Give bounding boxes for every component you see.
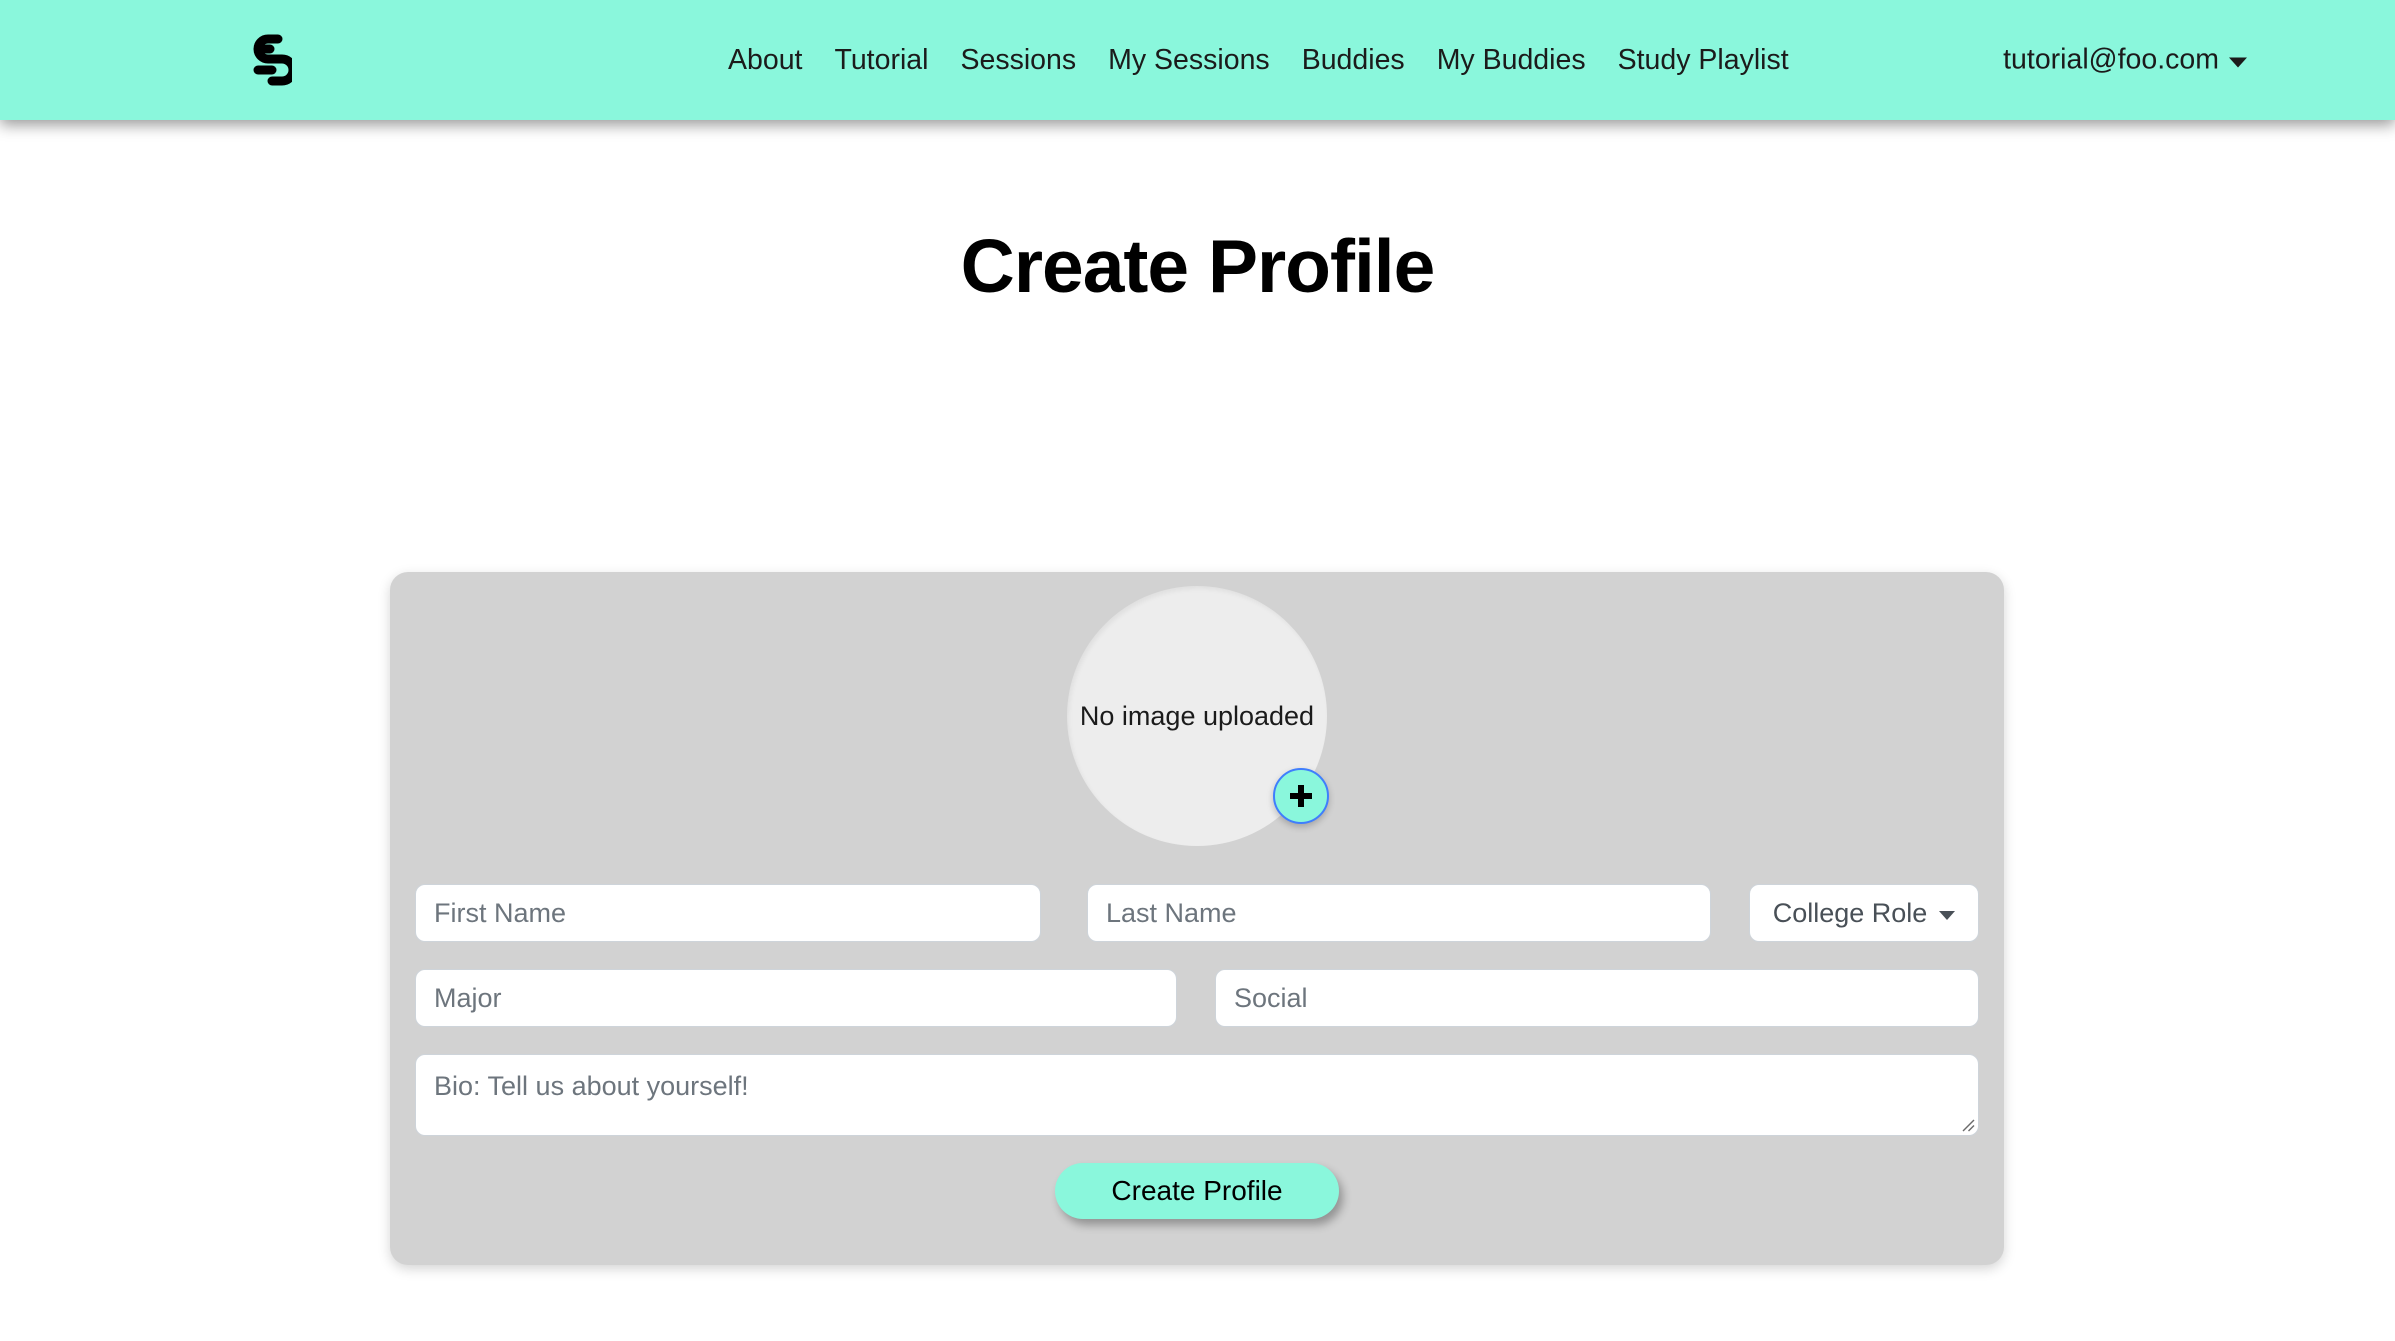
nav-link-my-buddies[interactable]: My Buddies bbox=[1421, 43, 1602, 77]
college-role-dropdown[interactable]: College Role bbox=[1749, 884, 1979, 942]
nav-item-my-sessions: My Sessions bbox=[1092, 43, 1286, 77]
page-body: Create Profile No image uploaded College… bbox=[0, 120, 2395, 1341]
college-role-label: College Role bbox=[1772, 897, 1928, 928]
first-name-input[interactable] bbox=[415, 884, 1042, 942]
nav-link-buddies[interactable]: Buddies bbox=[1286, 43, 1421, 77]
nav-link-tutorial[interactable]: Tutorial bbox=[818, 43, 944, 77]
nav-item-sessions: Sessions bbox=[944, 43, 1092, 77]
form-row-bio bbox=[415, 1054, 1979, 1136]
form-row-submit: Create Profile bbox=[415, 1163, 1979, 1219]
social-input[interactable] bbox=[1215, 969, 1979, 1027]
profile-form: College Role bbox=[415, 884, 1979, 1219]
nav-link-my-sessions[interactable]: My Sessions bbox=[1092, 43, 1286, 77]
plus-icon bbox=[1290, 785, 1312, 807]
nav-item-about: About bbox=[712, 43, 818, 77]
brand-logo-link[interactable] bbox=[248, 31, 292, 89]
main-nav: About Tutorial Sessions My Sessions Budd… bbox=[712, 43, 1805, 77]
user-email-label: tutorial@foo.com bbox=[2003, 43, 2219, 76]
top-navbar: About Tutorial Sessions My Sessions Budd… bbox=[0, 0, 2395, 120]
major-input[interactable] bbox=[415, 969, 1177, 1027]
page-title: Create Profile bbox=[960, 224, 1436, 308]
nav-item-buddies: Buddies bbox=[1286, 43, 1421, 77]
last-name-input[interactable] bbox=[1086, 884, 1712, 942]
user-account-dropdown[interactable]: tutorial@foo.com bbox=[2003, 44, 2247, 77]
nav-item-tutorial: Tutorial bbox=[818, 43, 944, 77]
chevron-down-icon bbox=[2229, 57, 2247, 67]
avatar-upload-area: No image uploaded bbox=[1067, 586, 1329, 846]
bio-textarea[interactable] bbox=[415, 1054, 1979, 1136]
create-profile-card: No image uploaded College Role bbox=[390, 572, 2004, 1265]
studybuddy-logo-icon bbox=[248, 31, 292, 89]
bio-field-wrapper bbox=[415, 1054, 1979, 1136]
nav-item-my-buddies: My Buddies bbox=[1421, 43, 1602, 77]
upload-image-button[interactable] bbox=[1273, 768, 1329, 824]
nav-link-about[interactable]: About bbox=[712, 43, 818, 77]
nav-link-study-playlist[interactable]: Study Playlist bbox=[1602, 43, 1805, 77]
create-profile-button[interactable]: Create Profile bbox=[1055, 1163, 1339, 1219]
chevron-down-icon bbox=[1939, 910, 1956, 920]
form-row-major-social bbox=[415, 969, 1979, 1027]
avatar-placeholder-text: No image uploaded bbox=[1079, 700, 1315, 731]
nav-item-study-playlist: Study Playlist bbox=[1602, 43, 1805, 77]
form-row-name: College Role bbox=[415, 884, 1979, 942]
nav-link-sessions[interactable]: Sessions bbox=[944, 43, 1092, 77]
